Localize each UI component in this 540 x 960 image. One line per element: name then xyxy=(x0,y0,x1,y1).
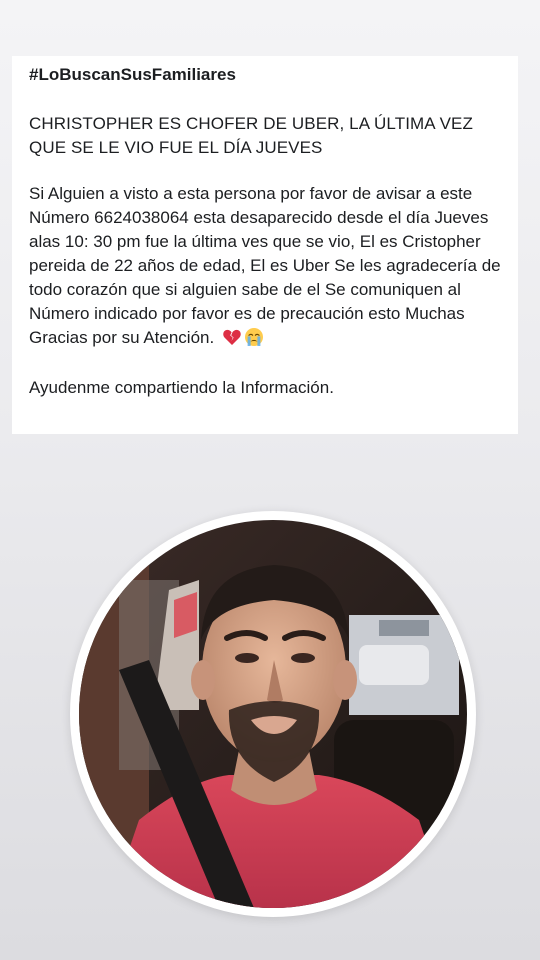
emoji-group xyxy=(222,327,264,347)
person-photo-illustration xyxy=(79,520,467,908)
post-body: Si Alguien a visto a esta persona por fa… xyxy=(29,182,502,350)
hashtag[interactable]: #LoBuscanSusFamiliares xyxy=(29,64,502,86)
post-headline: CHRISTOPHER ES CHOFER DE UBER, LA ÚLTIMA… xyxy=(29,114,473,157)
profile-photo-frame xyxy=(70,511,476,917)
post-card: #LoBuscanSusFamiliares CHRISTOPHER ES CH… xyxy=(12,56,518,434)
profile-photo[interactable] xyxy=(79,520,467,908)
broken-heart-icon xyxy=(223,329,241,345)
post-closing: Ayudenme compartiendo la Información. xyxy=(29,378,334,397)
crying-face-icon xyxy=(245,328,264,346)
post-body-text: Si Alguien a visto a esta persona por fa… xyxy=(29,184,501,347)
